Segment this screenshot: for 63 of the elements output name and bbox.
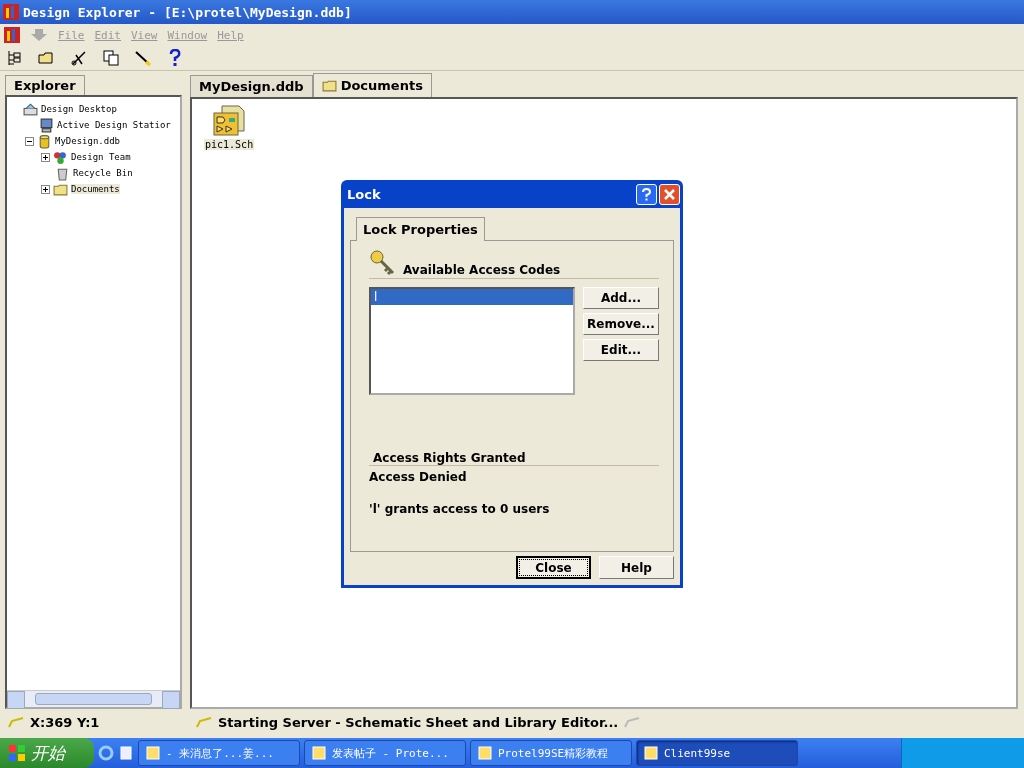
plus-icon[interactable] [41,184,50,194]
app-icon[interactable] [4,27,20,43]
tree-item[interactable]: Design Team [71,152,131,162]
section-heading: Available Access Codes [403,263,561,277]
taskbar-button[interactable]: Client99se [636,740,798,766]
dialog-title: Lock [347,186,382,202]
database-icon [37,133,52,149]
question-mark-icon [640,187,653,201]
taskbar-button[interactable]: Protel99SE精彩教程 [470,740,632,766]
tree-item[interactable]: Documents [71,184,120,194]
access-status: Access Denied [369,470,468,484]
properties-tab[interactable]: Lock Properties [356,217,485,241]
section-heading: Access Rights Granted [369,451,659,466]
pen-icon [196,716,212,728]
scissors-icon[interactable] [70,49,88,67]
dialog-button[interactable]: Edit... [583,339,659,361]
document-tab[interactable]: Documents [312,73,432,97]
schematic-file-icon[interactable] [212,105,247,137]
desktop-icon [23,101,38,117]
folder-icon [321,78,337,93]
access-summary: 'l' grants access to 0 users [369,502,551,516]
close-button[interactable] [659,183,680,205]
tree-item[interactable]: Design Desktop [41,104,117,114]
plus-icon[interactable] [41,152,50,162]
tree-item[interactable]: Recycle Bin [73,168,133,178]
open-folder-icon[interactable] [38,49,56,67]
app-icon [145,745,161,761]
pen-icon [8,716,24,728]
document-tab[interactable]: MyDesign.ddb [190,75,313,97]
computer-icon [39,117,54,133]
close-icon [663,187,676,201]
dialog-button[interactable]: Remove... [583,313,659,335]
key-icon [369,249,397,277]
access-code-list[interactable]: l [369,287,575,395]
copy-icon[interactable] [102,49,120,67]
minus-icon[interactable] [25,136,34,146]
cursor-coordinates: X:369 Y:1 [30,714,101,730]
list-item[interactable]: l [371,289,573,305]
file-label[interactable]: pic1.Sch [204,139,255,150]
browser-icon[interactable] [98,745,114,761]
dialog-button[interactable]: Add... [583,287,659,309]
wand-icon[interactable] [134,49,152,67]
tree-view-icon[interactable] [6,49,24,67]
app-icon [643,745,659,761]
explorer-tab[interactable]: Explorer [5,75,85,95]
taskbar-button[interactable]: - 来消息了...姜... [138,740,300,766]
start-button[interactable]: 开始 [0,738,94,768]
tree-item[interactable]: Active Design Statior [57,120,171,130]
dialog-button[interactable]: Help [599,556,674,579]
app-icon [477,745,493,761]
people-icon [53,149,68,165]
windows-logo-icon [8,744,26,762]
tree-item[interactable]: MyDesign.ddb [55,136,121,146]
page-icon[interactable] [118,745,134,761]
taskbar-button[interactable]: 发表帖子 - Prote... [304,740,466,766]
app-icon [3,4,19,20]
app-icon [311,745,327,761]
pen-icon [624,716,641,728]
dialog-button[interactable]: Close [516,556,591,579]
window-title: Design Explorer - [E:\protel\MyDesign.ddb] [23,4,352,20]
status-message: Starting Server - Schematic Sheet and Library Editor... [218,714,619,730]
horizontal-scrollbar[interactable] [7,690,180,707]
help-button[interactable] [636,183,657,205]
